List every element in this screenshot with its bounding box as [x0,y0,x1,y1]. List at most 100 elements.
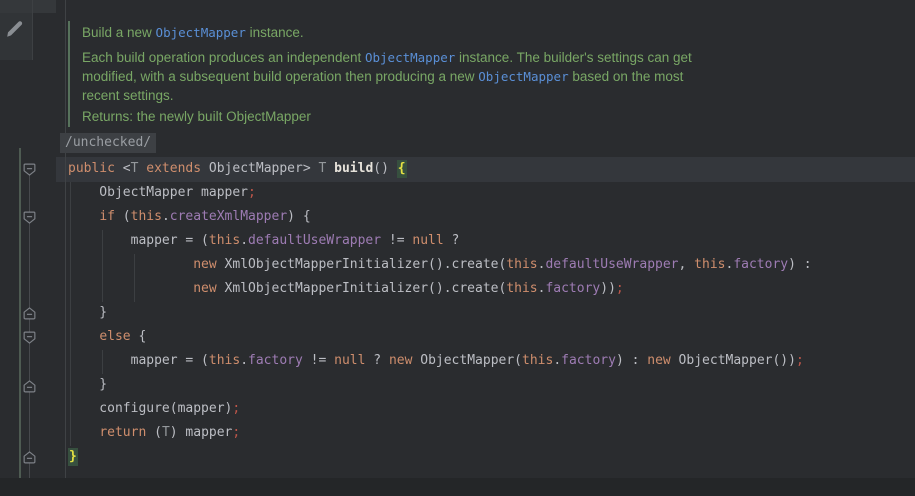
left-strip-top [0,0,56,13]
code-line[interactable]: ObjectMapper mapper; [68,181,256,205]
code-token: XmlObjectMapperInitializer().create( [217,281,507,296]
doc-line: Each build operation produces an indepen… [82,48,692,67]
code-token: this [694,257,725,272]
fold-end-icon[interactable] [22,450,37,465]
doc-line: recent settings. [82,86,174,105]
code-token: if [99,209,115,224]
code-token: () [373,161,396,176]
code-token: ; [232,401,240,416]
code-token: ( [115,209,131,224]
code-token: factory [561,353,616,368]
code-line[interactable]: public <T extends ObjectMapper> T build(… [68,157,407,181]
code-token: factory [733,257,788,272]
code-token: this [506,281,537,296]
code-token: public [68,161,115,176]
code-token: this [522,353,553,368]
code-line[interactable]: } [68,301,107,325]
code-line[interactable]: } [68,445,78,469]
doc-line: Returns: the newly built ObjectMapper [82,107,311,126]
code-token: mapper = ( [68,353,209,368]
code-token: , [679,257,695,272]
code-line[interactable]: mapper = (this.defaultUseWrapper != null… [68,229,459,253]
bottom-panel-edge [0,478,915,496]
code-token: ? [444,233,460,248]
code-token: new [193,257,216,272]
fold-end-icon[interactable] [22,379,37,394]
code-line[interactable]: new XmlObjectMapperInitializer().create(… [68,277,624,301]
code-token: != [303,353,334,368]
code-token: factory [545,281,600,296]
code-token: . [162,209,170,224]
code-token: ; [796,353,804,368]
code-line[interactable]: else { [68,325,146,349]
doc-text: recent settings. [82,88,174,103]
code-line[interactable]: if (this.createXmlMapper) { [68,205,311,229]
doc-text: modified, with a subsequent build operat… [82,69,478,84]
code-token: defaultUseWrapper [545,257,678,272]
doc-text: instance. The builder's settings can get [455,50,691,65]
code-line[interactable]: return (T) mapper; [68,421,240,445]
code-token: != [381,233,412,248]
code-token [68,425,99,440]
code-token: configure(mapper) [68,401,232,416]
code-editor: Build a new ObjectMapper instance. Each b… [0,0,915,496]
code-token: ObjectMapper mapper [68,185,248,200]
doc-text: Build a new [82,25,156,40]
fold-start-icon[interactable] [22,330,37,345]
code-token: ) : [616,353,647,368]
code-line[interactable]: configure(mapper); [68,397,240,421]
vcs-change-strip[interactable] [19,148,21,496]
code-line[interactable]: new XmlObjectMapperInitializer().create(… [68,253,812,277]
code-token [68,281,193,296]
code-token: this [131,209,162,224]
code-token: } [68,377,107,392]
code-token: build [334,161,373,176]
doc-text: Each build operation produces an indepen… [82,50,365,65]
code-token: XmlObjectMapperInitializer().create( [217,257,507,272]
code-line[interactable]: mapper = (this.factory != null ? new Obj… [68,349,804,373]
code-token: mapper = ( [68,233,209,248]
code-token: ) : [788,257,811,272]
doc-text: instance. [246,25,304,40]
code-token [68,257,193,272]
code-token: ObjectMapper( [412,353,522,368]
doc-line: Build a new ObjectMapper instance. [82,23,304,42]
code-token: ObjectMapper> [201,161,318,176]
code-token: null [334,353,365,368]
code-token: defaultUseWrapper [248,233,381,248]
matched-brace: { [397,160,407,178]
fold-end-icon[interactable] [22,306,37,321]
code-token: null [412,233,443,248]
code-token: this [506,257,537,272]
code-token: ( [146,425,162,440]
code-token: ObjectMapper()) [671,353,796,368]
doc-text: Returns: the newly built ObjectMapper [82,109,311,124]
doc-inline-code: ObjectMapper [365,50,455,65]
folded-annotation[interactable]: /unchecked/ [60,133,156,153]
code-token: . [553,353,561,368]
fold-start-icon[interactable] [22,210,37,225]
code-token: . [240,353,248,368]
doc-inline-code: ObjectMapper [156,25,246,40]
code-token: new [389,353,412,368]
fold-start-icon[interactable] [22,162,37,177]
code-token: ; [616,281,624,296]
code-token: < [115,161,131,176]
pencil-icon[interactable] [3,17,27,41]
code-token: )) [600,281,616,296]
matched-brace: } [68,448,78,466]
code-token: this [209,233,240,248]
code-token [68,329,99,344]
left-strip-border [32,0,33,60]
doc-comment-border [68,21,70,127]
code-token: factory [248,353,303,368]
code-line[interactable]: } [68,373,107,397]
code-token: ? [365,353,388,368]
gutter-separator [65,0,66,496]
code-token: ; [248,185,256,200]
code-token: ; [232,425,240,440]
doc-line: modified, with a subsequent build operat… [82,67,683,86]
code-token: extends [146,161,201,176]
doc-inline-code: ObjectMapper [478,69,568,84]
code-token: new [193,281,216,296]
